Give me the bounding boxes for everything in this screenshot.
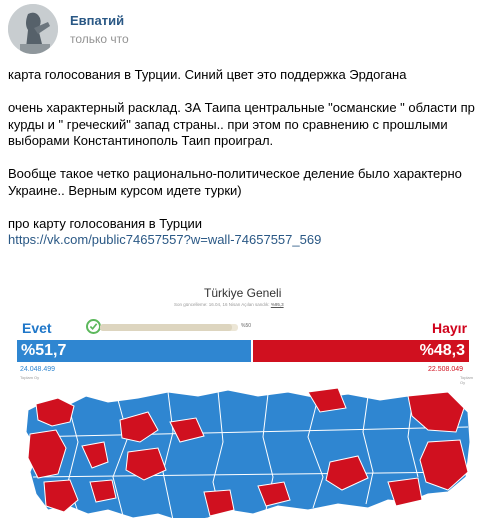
yes-label: Evet — [22, 320, 52, 336]
results-subtitle: Son güncelleme: 16.04, 16 Nisan Açılan s… — [174, 302, 284, 307]
attachment-image[interactable]: Türkiye Geneli Son güncelleme: 16.04, 16… — [8, 278, 478, 518]
threshold-label: %50 — [241, 323, 252, 329]
yes-vote-count: 24.048.499 — [20, 366, 56, 373]
no-percentage: %48,3 — [419, 342, 465, 359]
author-name[interactable]: Евпатий — [70, 13, 124, 28]
post-line: выборами Константинополь Таип проиграл. — [8, 133, 274, 148]
count-progress-fill — [100, 324, 232, 331]
avatar-image — [8, 4, 58, 54]
yes-percentage: %51,7 — [21, 342, 67, 359]
results-title: Türkiye Geneli — [204, 286, 282, 300]
post-line: карта голосования в Турции. Синий цвет э… — [8, 67, 407, 82]
opened-percentage: %95,3 — [270, 302, 284, 307]
post-line: про карту голосования в Турции — [8, 215, 203, 231]
post-header: Евпатий только что — [0, 0, 478, 60]
yes-vote-caption: Toplam Oy — [20, 375, 40, 380]
turkey-provinces-map — [25, 387, 471, 518]
check-circle-icon — [86, 319, 101, 334]
yes-bar: %51,7 — [17, 340, 251, 362]
no-label: Hayır — [432, 320, 468, 336]
post-line: очень характерный расклад. ЗА Таипа цент… — [8, 100, 475, 115]
no-vote-count: 22.508.049 — [428, 366, 464, 373]
update-info: Son güncelleme: 16.04, 16 Nisan Açılan s… — [174, 302, 270, 307]
post-line: Вообще такое четко рационально-политичес… — [8, 166, 462, 181]
post-line: Украине.. Верным курсом идете турки) — [8, 182, 242, 198]
post-timestamp[interactable]: только что — [70, 32, 129, 46]
post-line: курды и " греческий" запад страны.. при … — [8, 116, 448, 132]
count-progress-bar — [100, 324, 238, 331]
post-text: карта голосования в Турции. Синий цвет э… — [8, 67, 478, 249]
avatar[interactable] — [8, 4, 58, 54]
no-bar: %48,3 — [253, 340, 469, 362]
post-link[interactable]: https://vk.com/public74657557?w=wall-746… — [8, 232, 321, 247]
